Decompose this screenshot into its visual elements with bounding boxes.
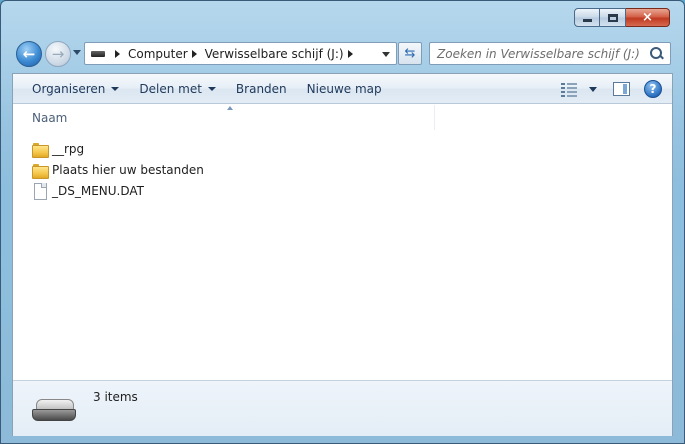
views-dropdown[interactable] [589, 86, 597, 92]
chevron-down-icon [111, 86, 120, 91]
item-count: 3 items [93, 390, 138, 404]
back-arrow-icon: ← [22, 45, 36, 63]
minimize-icon [582, 19, 592, 22]
minimize-button[interactable] [574, 8, 600, 27]
list-item[interactable]: _DS_MENU.DAT [32, 180, 204, 201]
new-folder-label: Nieuwe map [306, 81, 382, 96]
address-dropdown[interactable] [382, 52, 390, 57]
share-with-button[interactable]: Delen met [129, 74, 226, 103]
column-header-name[interactable]: Naam [13, 105, 435, 130]
preview-pane-icon[interactable] [613, 82, 630, 96]
help-icon[interactable]: ? [644, 80, 662, 98]
chevron-down-icon [207, 86, 216, 91]
breadcrumb-separator[interactable] [115, 49, 120, 58]
folder-icon [32, 142, 49, 158]
item-name: __rpg [52, 141, 85, 156]
breadcrumb-computer[interactable]: Computer [128, 47, 188, 61]
search-input[interactable]: Zoeken in Verwisselbare schijf (J:) [437, 47, 648, 61]
column-name-label: Naam [32, 111, 68, 125]
recent-pages-dropdown[interactable] [73, 50, 81, 55]
details-pane: 3 items [13, 380, 672, 436]
explorer-window: × ← → Computer Verwisselbare schijf (J:)… [0, 0, 685, 444]
close-icon: × [642, 10, 653, 25]
navigation-bar: ← → Computer Verwisselbare schijf (J:) ⇆… [1, 39, 684, 69]
item-name: Plaats hier uw bestanden [52, 162, 204, 177]
search-box[interactable]: Zoeken in Verwisselbare schijf (J:) [429, 42, 671, 65]
maximize-icon [607, 13, 618, 22]
burn-label: Branden [235, 81, 287, 96]
list-item[interactable]: __rpg [32, 138, 204, 159]
search-icon[interactable] [648, 45, 666, 63]
item-name: _DS_MENU.DAT [52, 183, 145, 198]
sort-arrow-icon [227, 106, 233, 110]
command-bar-right: ? [561, 74, 662, 104]
command-bar: Organiseren Delen met Branden Nieuwe map… [13, 74, 672, 104]
organize-label: Organiseren [32, 81, 106, 96]
file-icon [32, 182, 48, 200]
forward-button[interactable]: → [45, 41, 71, 67]
views-icon[interactable] [561, 82, 577, 97]
breadcrumb-drive[interactable]: Verwisselbare schijf (J:) [205, 47, 344, 61]
maximize-button[interactable] [600, 8, 626, 27]
list-item[interactable]: Plaats hier uw bestanden [32, 159, 204, 180]
breadcrumb-separator[interactable] [347, 49, 353, 58]
drive-icon [91, 50, 105, 57]
refresh-button[interactable]: ⇆ [398, 42, 422, 65]
caption-buttons: × [574, 8, 670, 27]
help-glyph: ? [649, 82, 657, 96]
breadcrumb-separator[interactable] [191, 49, 197, 58]
forward-arrow-icon: → [51, 45, 65, 63]
folder-icon [32, 163, 49, 179]
new-folder-button[interactable]: Nieuwe map [297, 74, 392, 103]
refresh-icon: ⇆ [404, 46, 416, 61]
burn-button[interactable]: Branden [226, 74, 297, 103]
organize-button[interactable]: Organiseren [13, 74, 129, 103]
file-list: __rpg Plaats hier uw bestanden _DS_MENU.… [32, 138, 204, 201]
back-button[interactable]: ← [16, 41, 42, 67]
removable-drive-icon [32, 399, 76, 423]
close-button[interactable]: × [626, 8, 670, 27]
address-bar[interactable]: Computer Verwisselbare schijf (J:) [84, 42, 397, 65]
content-frame: Organiseren Delen met Branden Nieuwe map… [12, 73, 673, 436]
share-with-label: Delen met [139, 81, 202, 96]
